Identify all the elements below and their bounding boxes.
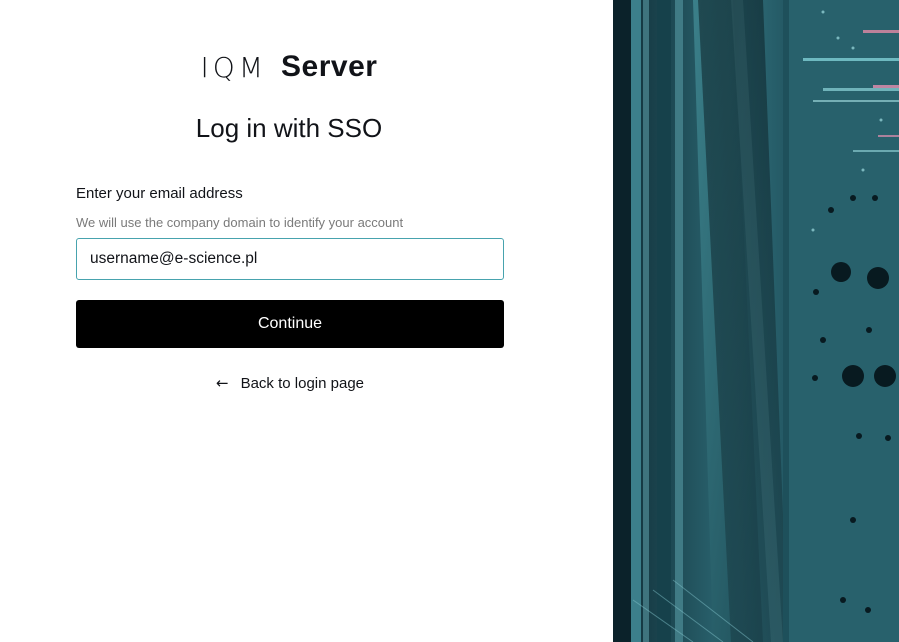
sso-form: Enter your email address We will use the… (76, 184, 504, 394)
hero-image (613, 0, 899, 642)
brand-mark: IQM (200, 50, 268, 84)
page-title: Log in with SSO (195, 113, 383, 143)
email-hint: We will use the company domain to identi… (76, 215, 404, 230)
back-link-label: Back to login page (240, 374, 364, 392)
continue-button[interactable]: Continue (76, 300, 504, 348)
login-page: IQM Server Log in with SSO Enter your em… (0, 0, 899, 642)
logo: IQM Server (0, 50, 578, 84)
back-to-login-link[interactable]: ← Back to login page (76, 372, 504, 394)
arrow-left-icon: ← (216, 374, 229, 392)
login-panel: IQM Server Log in with SSO Enter your em… (0, 0, 613, 642)
email-field[interactable] (76, 238, 504, 280)
server-hardware-photo (613, 0, 899, 642)
email-label: Enter your email address (76, 185, 243, 202)
brand-product: Server (281, 50, 378, 83)
